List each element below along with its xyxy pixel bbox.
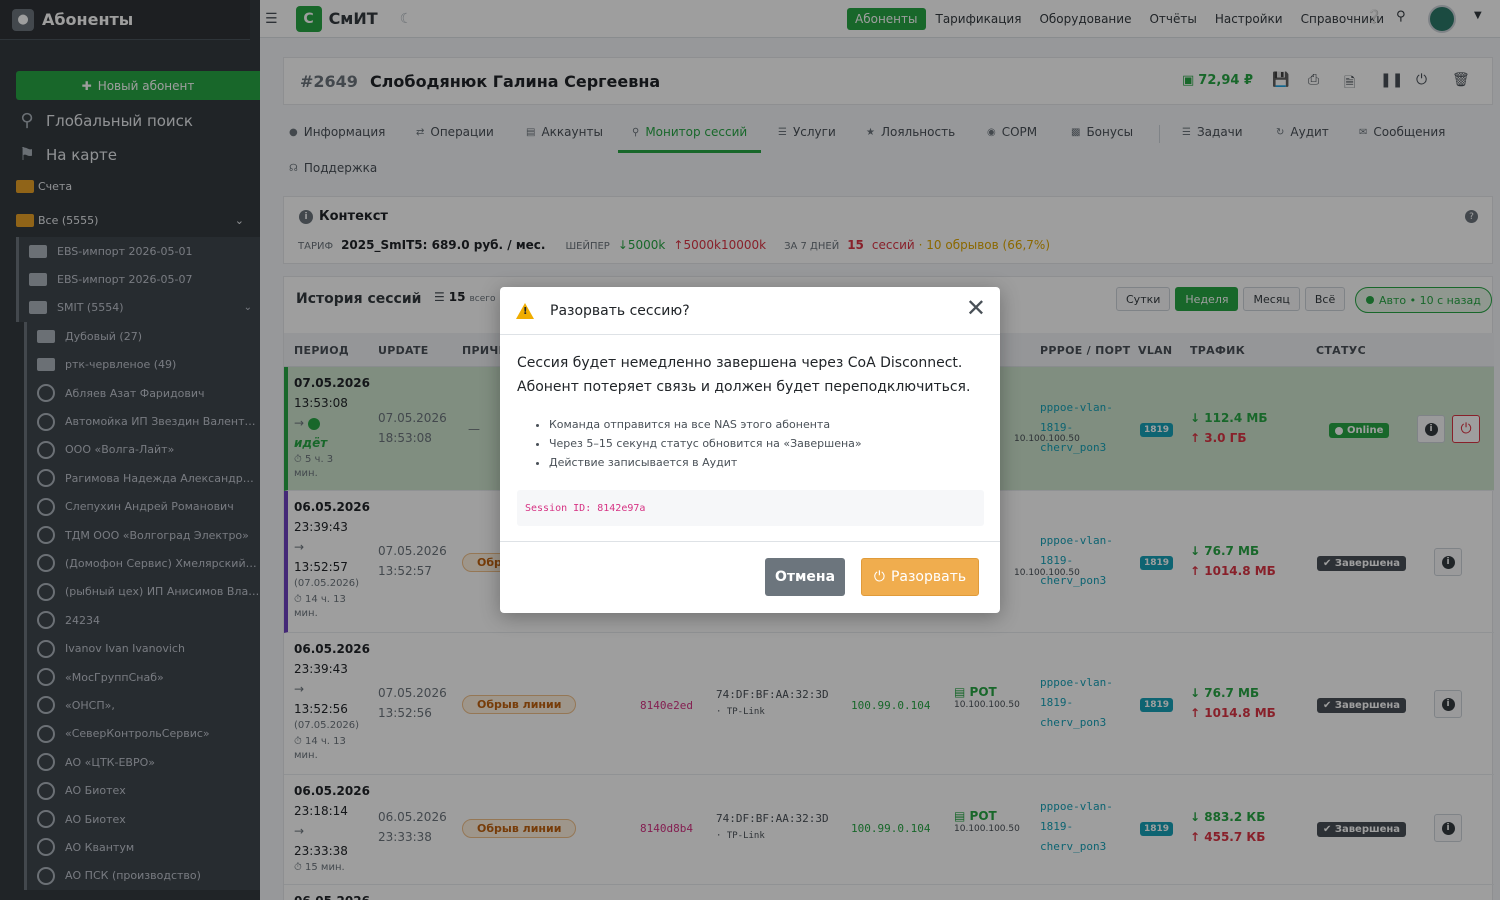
dialog-header: Разорвать сессию? ✕ — [500, 287, 1000, 335]
dialog-title: Разорвать сессию? — [550, 302, 690, 319]
dialog-text: Сессия будет немедленно завершена через … — [517, 355, 963, 371]
cancel-button[interactable]: Отмена — [765, 558, 845, 596]
dialog-footer: Отмена ⏻ Разорвать — [500, 541, 1000, 613]
power-icon: ⏻ — [873, 569, 885, 585]
session-id-text: Session ID: 8142e97a — [525, 502, 646, 514]
warning-icon — [516, 302, 534, 319]
dialog-body: Сессия будет немедленно завершена через … — [500, 335, 1000, 526]
list-item: Действие записывается в Аудит — [549, 453, 984, 472]
disconnect-confirm-dialog: Разорвать сессию? ✕ Сессия будет немедле… — [500, 287, 1000, 613]
session-id-box: Session ID: 8142e97a — [517, 490, 984, 526]
list-item: Через 5–15 секунд статус обновится на «З… — [549, 434, 984, 453]
list-item: Команда отправится на все NAS этого абон… — [549, 415, 984, 434]
confirm-disconnect-label: Разорвать — [890, 569, 967, 585]
confirm-disconnect-button[interactable]: ⏻ Разорвать — [861, 558, 979, 596]
close-icon[interactable]: ✕ — [966, 296, 986, 320]
dialog-text: Абонент потеряет связь и должен будет пе… — [517, 379, 971, 395]
dialog-bullets: Команда отправится на все NAS этого абон… — [549, 415, 984, 472]
